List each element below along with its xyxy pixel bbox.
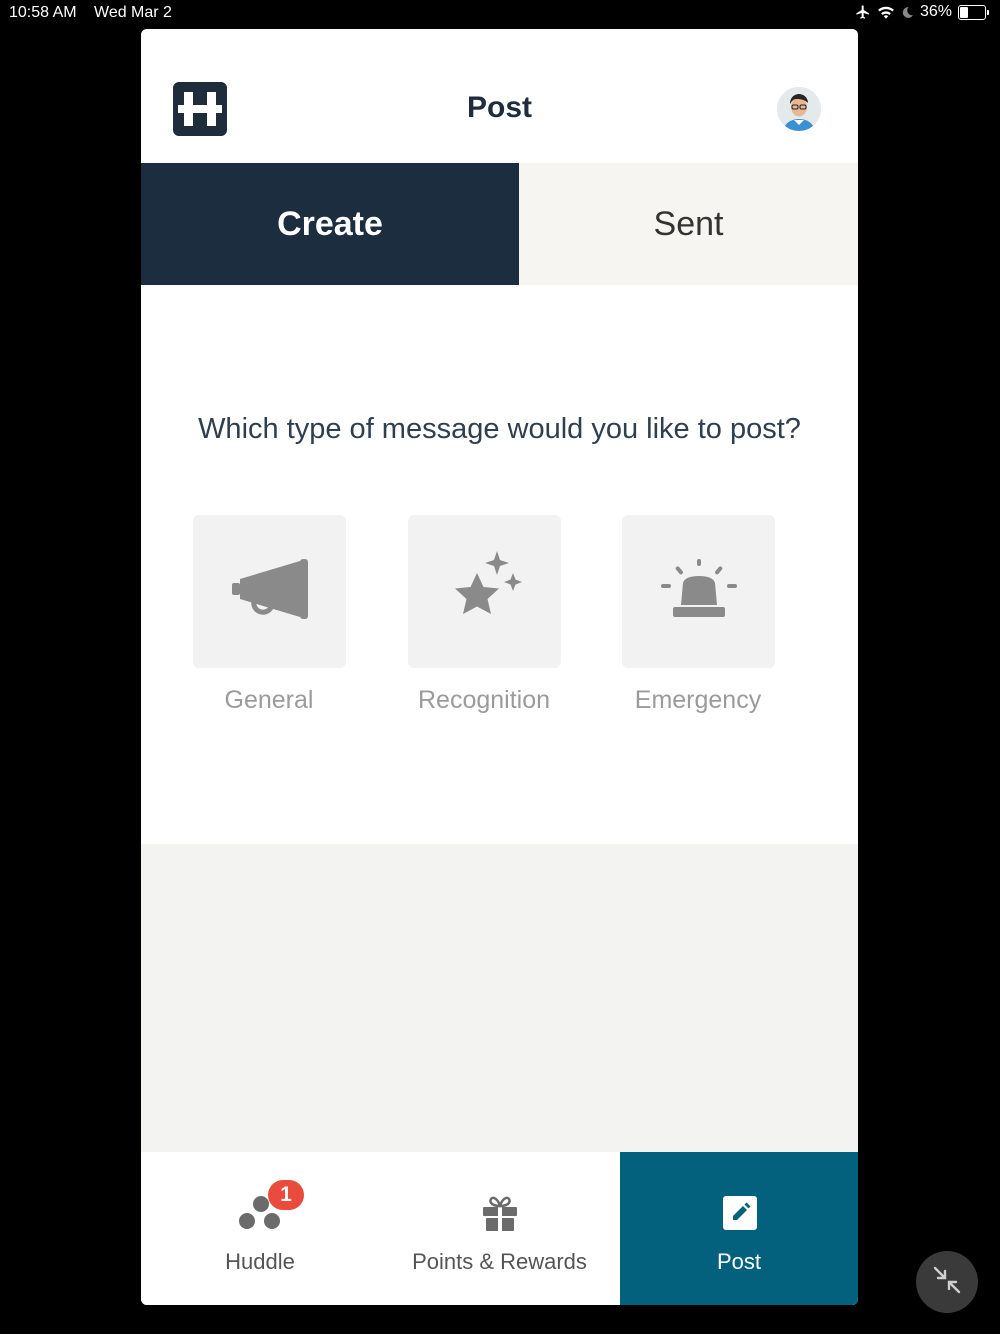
- battery-percent: 36%: [919, 3, 952, 20]
- tab-bar: Create Sent: [141, 163, 858, 285]
- tab-sent[interactable]: Sent: [519, 163, 858, 285]
- siren-icon: [659, 557, 739, 626]
- edit-icon: [723, 1196, 757, 1235]
- nav-huddle[interactable]: 1 Huddle: [141, 1152, 379, 1305]
- megaphone-icon: [230, 557, 310, 626]
- user-avatar[interactable]: [777, 87, 821, 131]
- nav-post[interactable]: Post: [620, 1152, 858, 1305]
- emergency-label: Emergency: [634, 686, 762, 714]
- airplane-icon: [855, 4, 871, 20]
- status-date: Wed Mar 2: [94, 4, 172, 21]
- prompt-question: Which type of message would you like to …: [198, 413, 801, 445]
- page-title: Post: [466, 91, 532, 124]
- minimize-button[interactable]: [916, 1251, 978, 1313]
- app-window: Post Create Sent Which type of message w…: [141, 29, 858, 1305]
- tab-create[interactable]: Create: [141, 163, 519, 285]
- status-icons: 36%: [855, 3, 989, 21]
- app-header: Post: [141, 29, 858, 164]
- battery-icon: [958, 4, 989, 20]
- general-label: General: [224, 686, 314, 714]
- star-sparkle-icon: [445, 549, 525, 634]
- wifi-icon: [877, 5, 895, 19]
- notification-badge: 1: [268, 1180, 304, 1210]
- emergency-option[interactable]: [622, 515, 775, 668]
- moon-icon: [901, 6, 914, 19]
- recognition-label: Recognition: [417, 686, 551, 714]
- nav-post-label: Post: [716, 1249, 762, 1274]
- general-option[interactable]: [193, 515, 346, 668]
- gift-icon: [481, 1196, 519, 1237]
- collapse-arrows-icon: [932, 1265, 962, 1300]
- status-time: 10:58 AM: [9, 4, 77, 21]
- status-bar: 10:58 AM Wed Mar 2 36%: [0, 0, 1000, 28]
- empty-content-area: [141, 844, 858, 1152]
- bottom-nav: 1 Huddle Points & Rewards Post: [141, 1152, 858, 1305]
- nav-points-rewards[interactable]: Points & Rewards: [379, 1152, 620, 1305]
- recognition-option[interactable]: [408, 515, 561, 668]
- nav-huddle-label: Huddle: [225, 1249, 295, 1274]
- nav-points-label: Points & Rewards: [412, 1249, 587, 1274]
